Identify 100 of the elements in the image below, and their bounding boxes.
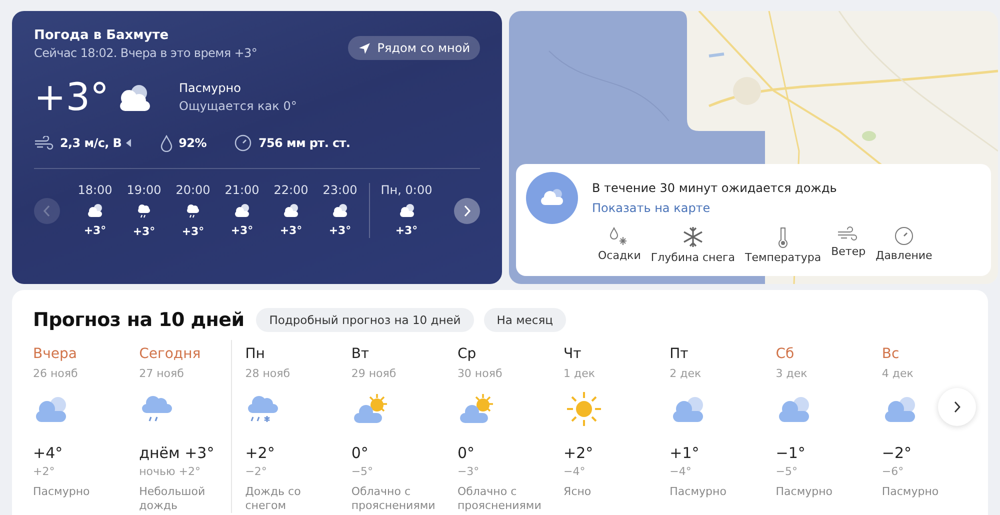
hour-temperature: +3° — [182, 225, 204, 238]
hour-time: 20:00 — [176, 183, 210, 197]
hour-time: 19:00 — [126, 183, 162, 197]
night-temperature: −5° — [351, 465, 374, 478]
wind-speed: 2,3 м/с, В — [60, 136, 122, 150]
day-name: Пн — [245, 346, 266, 362]
show-on-map-link[interactable]: Показать на карте — [592, 201, 837, 215]
hour-time: 18:00 — [78, 183, 112, 197]
cloud-icon — [331, 203, 349, 218]
nearby-button[interactable]: Рядом со мной — [348, 36, 480, 60]
drop-icon — [160, 134, 173, 152]
hour-temperature: +3° — [280, 224, 302, 237]
night-temperature: ночью +2° — [139, 465, 202, 478]
thermometer-icon — [777, 226, 790, 248]
wind-icon — [837, 226, 860, 242]
hour-time: 22:00 — [274, 183, 308, 197]
day-name: Сб — [776, 346, 796, 362]
condition-text: Дождь со снегом — [245, 485, 302, 513]
map-layer-button[interactable]: Температура — [743, 226, 824, 264]
condition-text: Пасмурно — [882, 485, 940, 499]
cloud-icon — [526, 172, 578, 224]
day-date: 1 дек — [564, 367, 596, 380]
day-date: 26 нояб — [33, 367, 79, 380]
night-temperature: −5° — [776, 465, 798, 478]
condition-text: Облачно с прояснениями — [351, 485, 436, 513]
night-temperature: −4° — [670, 465, 692, 478]
night-temperature: +2° — [33, 465, 56, 478]
hour-time: 23:00 — [322, 183, 358, 197]
night-temperature: −2° — [245, 465, 268, 478]
day-name: Ср — [457, 346, 478, 362]
section-title: Прогноз на 10 дней — [33, 309, 244, 331]
map-layer-button[interactable]: Глубина снега — [648, 226, 737, 264]
day-name: Пт — [670, 346, 690, 362]
day-date: 3 дек — [776, 367, 808, 380]
condition-text: Пасмурно — [33, 485, 91, 499]
night-temperature: −3° — [457, 465, 480, 478]
day-date: 29 нояб — [351, 367, 398, 380]
day-temperature: +4° — [33, 444, 64, 462]
map-layer-button[interactable]: Ветер — [829, 226, 868, 264]
day-date: 2 дек — [670, 367, 702, 380]
night-temperature: −4° — [564, 465, 586, 478]
forecast-button[interactable]: На месяц — [484, 308, 566, 332]
condition-text: Пасмурно — [776, 485, 834, 499]
chevron-right-icon — [953, 401, 961, 413]
hour-temperature: +3° — [328, 224, 352, 237]
feels-like-text: Ощущается как 0° — [179, 99, 297, 113]
current-temperature: +3° — [34, 74, 110, 120]
day-temperature: +2° — [245, 444, 276, 462]
day-temperature: 0° — [351, 444, 370, 462]
forecast-button[interactable]: Подробный прогноз на 10 дней — [256, 308, 474, 332]
chevron-right-icon — [463, 204, 471, 216]
day-name: Вс — [882, 346, 900, 362]
day-temperature: 0° — [457, 444, 476, 462]
condition-text: Ясно — [564, 485, 592, 499]
card-title: Погода в Бахмуте — [34, 28, 170, 43]
day-temperature: +1° — [670, 444, 700, 462]
current-time-text: Сейчас 18:02. Вчера в это время +3° — [34, 46, 258, 60]
cloud-icon — [233, 203, 251, 218]
condition-text: Облачно с прояснениями — [457, 485, 542, 513]
night-temperature: −6° — [882, 465, 905, 478]
pressure: 756 мм рт. ст. — [258, 136, 350, 150]
day-date: 27 нояб — [139, 367, 185, 380]
hour-time: Пн, 0:00 — [380, 183, 432, 197]
rain-icon — [136, 203, 152, 219]
hour-temperature: +3° — [230, 224, 254, 237]
day-temperature: +2° — [564, 444, 594, 462]
cloud-icon — [398, 203, 416, 218]
day-date: 4 дек — [882, 367, 914, 380]
day-name: Вт — [351, 346, 370, 362]
day-temperature: −2° — [882, 444, 912, 462]
next-button[interactable] — [454, 198, 480, 224]
wind-direction-icon — [126, 139, 132, 147]
day-name: Сегодня — [139, 346, 202, 362]
humidity: 92% — [178, 136, 206, 150]
day-name: Вчера — [33, 346, 78, 362]
day-temperature: −1° — [776, 444, 806, 462]
cloud-icon — [282, 203, 300, 218]
day-date: 30 нояб — [457, 367, 504, 380]
alert-text: В течение 30 минут ожидается дождь — [592, 181, 837, 195]
hour-temperature: +3° — [132, 225, 156, 238]
hour-temperature: +3° — [84, 224, 106, 237]
hour-time: 21:00 — [224, 183, 260, 197]
chevron-left-icon — [43, 204, 51, 216]
hour-temperature: +3° — [395, 224, 418, 237]
rain-icon — [185, 203, 201, 219]
day-name: Чт — [564, 346, 582, 362]
cloud-icon — [86, 203, 104, 218]
day-temperature: днём +3° — [139, 444, 216, 462]
map-layer-button[interactable]: Осадки — [596, 226, 643, 264]
navigation-arrow-icon — [358, 42, 372, 54]
map-layer-button[interactable]: Давление — [874, 226, 934, 264]
condition-text: Пасмурно — [670, 485, 728, 499]
gauge-icon — [894, 226, 914, 246]
day-date: 28 нояб — [245, 367, 292, 380]
gauge-icon — [234, 134, 252, 152]
sleet-icon — [245, 393, 280, 425]
snowflake-icon — [682, 226, 704, 248]
condition-text: Пасмурно — [179, 81, 242, 95]
condition-text: Небольшой дождь — [139, 485, 206, 513]
wind-icon — [34, 136, 54, 150]
